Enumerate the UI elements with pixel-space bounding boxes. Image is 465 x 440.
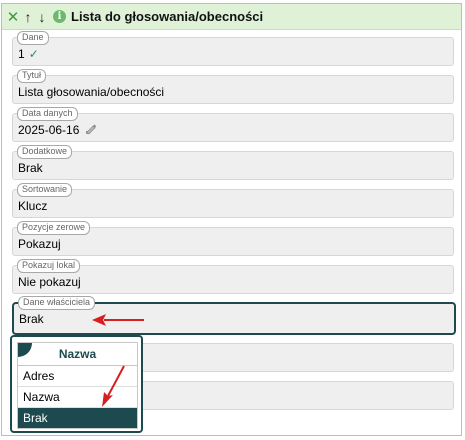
field-label: Data danych [17, 107, 78, 121]
field-pokazuj-lokal[interactable]: Pokazuj lokal Nie pokazuj [12, 259, 454, 294]
info-icon[interactable]: i [53, 10, 66, 23]
field-value: Lista głosowania/obecności [18, 85, 165, 99]
annotation-arrow-left-icon [92, 314, 144, 326]
field-dodatkowe[interactable]: Dodatkowe Brak [12, 145, 454, 180]
field-label: Sortowanie [17, 183, 73, 197]
panel-header: ✕ ↑ ↓ i Lista do głosowania/obecności [2, 4, 461, 30]
panel-title: Lista do głosowania/obecności [71, 9, 264, 24]
dane-value: 1 [18, 47, 25, 61]
field-label: Dodatkowe [17, 145, 73, 159]
field-value: Brak [19, 312, 44, 326]
field-label: Tytuł [17, 69, 47, 83]
pencil-edit-icon[interactable] [85, 123, 97, 139]
annotation-arrow-down-icon [102, 365, 125, 407]
close-x-icon[interactable]: ✕ [6, 7, 20, 27]
field-value: 2025-06-16 [18, 123, 97, 139]
date-value: 2025-06-16 [18, 123, 80, 137]
field-value: Pokazuj [18, 237, 61, 251]
field-value: Nie pokazuj [18, 275, 81, 289]
field-tytul[interactable]: Tytuł Lista głosowania/obecności [12, 69, 454, 104]
field-dane[interactable]: Dane 1 ✓ [12, 31, 454, 66]
dropdown-header-label: Nazwa [58, 347, 97, 361]
field-label: Pokazuj lokal [17, 259, 81, 273]
field-value: Brak [18, 161, 43, 175]
dropdown-option-brak[interactable]: Brak [18, 408, 137, 428]
field-dane-wlasciciela[interactable]: Dane właściciela Brak [12, 296, 456, 335]
arrow-up-icon[interactable]: ↑ [22, 7, 34, 27]
field-value: Klucz [18, 199, 48, 213]
checkmark-icon: ✓ [28, 47, 39, 61]
field-label: Dane właściciela [18, 296, 96, 310]
field-label: Pozycje zerowe [17, 221, 91, 235]
corner-decoration [18, 343, 32, 357]
arrow-down-icon[interactable]: ↓ [36, 7, 48, 27]
field-value: 1 ✓ [18, 47, 39, 62]
field-data-danych[interactable]: Data danych 2025-06-16 [12, 107, 454, 142]
field-pozycje-zerowe[interactable]: Pozycje zerowe Pokazuj [12, 221, 454, 256]
field-label: Dane [17, 31, 49, 45]
field-sortowanie[interactable]: Sortowanie Klucz [12, 183, 454, 218]
